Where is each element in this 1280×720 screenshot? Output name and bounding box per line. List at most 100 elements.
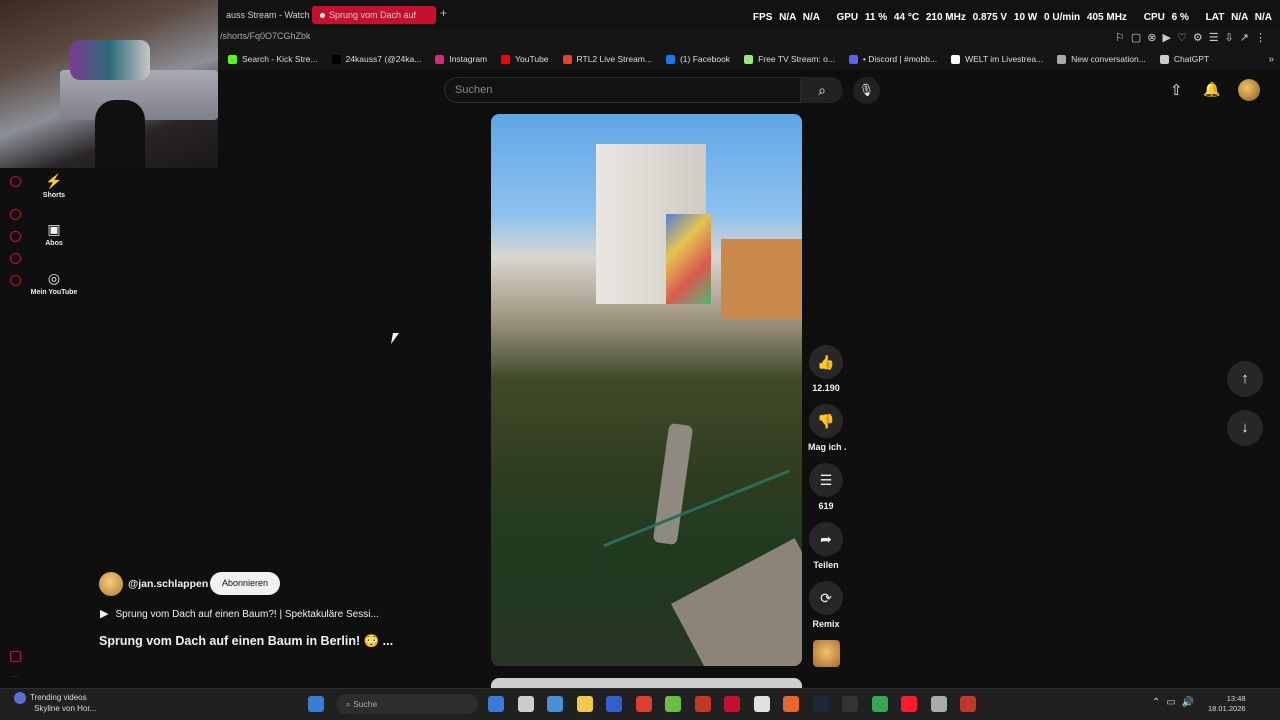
shorts-icon: ⚡	[45, 173, 63, 189]
channel-handle[interactable]: @jan.schlappen	[128, 578, 208, 590]
recording-dot-icon	[320, 13, 325, 18]
bookmark-instagram[interactable]: Instagram	[435, 54, 487, 64]
microphone-icon: 🎙	[858, 83, 875, 97]
bookmarks-overflow-button[interactable]: »	[1268, 54, 1274, 65]
browser-toolbar-icons[interactable]: ⚐▢⊗▶♡⚙☰⇩↗⋮	[1115, 31, 1272, 44]
clock-date: 18.01.2026	[1208, 704, 1246, 713]
bookmark-label: 24kauss7 (@24ka...	[345, 54, 422, 64]
bookmark-youtube[interactable]: YouTube	[501, 54, 549, 64]
arrow-up-icon: ↑	[1241, 370, 1249, 387]
comment-icon: ☰	[809, 463, 843, 497]
channel-thumbnail[interactable]	[813, 640, 840, 667]
more-icon[interactable]: ···	[10, 672, 21, 684]
video-title[interactable]: Sprung vom Dach auf einen Baum in Berlin…	[99, 634, 393, 649]
windows-start-icon[interactable]	[308, 696, 324, 712]
voice-search-button[interactable]: 🎙	[853, 77, 880, 104]
short-video-player[interactable]	[491, 114, 802, 666]
taskbar-app-icon[interactable]	[517, 696, 534, 712]
taskbar-app-icon[interactable]	[635, 696, 652, 712]
url-text[interactable]: /shorts/Fq0O7CGhZbk	[220, 31, 311, 41]
bookmark-tiktok[interactable]: 24kauss7 (@24ka...	[331, 54, 422, 64]
taskbar-widget[interactable]: Trending videos Skyline von Hor...	[14, 692, 96, 714]
lat-value: N/A	[1231, 12, 1248, 23]
taskbar-app-icon[interactable]	[930, 696, 947, 712]
taskbar-app-icon[interactable]	[960, 696, 976, 712]
taskbar-app-icon[interactable]	[606, 696, 622, 712]
upload-button[interactable]: ⇧	[1170, 81, 1183, 99]
taskbar-app-icon[interactable]	[576, 696, 593, 712]
subscriptions-icon: ▣	[47, 221, 61, 237]
nav-my-youtube[interactable]: ◎ Mein YouTube	[30, 270, 78, 296]
dislike-button[interactable]: 👎 Mag ich .	[808, 404, 847, 452]
taskbar-clock[interactable]: 13:48 18.01.2026	[1208, 694, 1246, 714]
tab-youtube-shorts[interactable]: Sprung vom Dach auf	[312, 6, 436, 24]
bookmark-label: • Discord | #mobb...	[862, 54, 938, 64]
system-tray-icons[interactable]: ⌃▭🔊	[1152, 697, 1200, 708]
remix-label: Remix	[812, 619, 840, 629]
taskbar-app-icon[interactable]	[812, 696, 829, 712]
search-button[interactable]: ⌕	[801, 77, 843, 103]
playlist-label: Sprung vom Dach auf einen Baum?! | Spekt…	[115, 609, 379, 620]
welt-icon	[951, 54, 961, 64]
taskbar-app-icon[interactable]	[753, 696, 770, 712]
player-icon[interactable]	[10, 209, 21, 220]
extensions-icon[interactable]	[10, 253, 21, 264]
previous-short-button[interactable]: ↑	[1227, 361, 1263, 397]
discord-icon	[848, 54, 858, 64]
taskbar-app-icon[interactable]	[665, 696, 681, 712]
bookmark-welt[interactable]: WELT im Livestrea...	[951, 54, 1043, 64]
taskbar-search-input[interactable]: ⌕ Suche	[336, 694, 478, 714]
taskbar-app-icon[interactable]	[724, 696, 740, 712]
gpu-load: 11 %	[864, 12, 888, 23]
taskbar-app-icon[interactable]	[488, 696, 504, 712]
taskbar-app-icon[interactable]	[694, 696, 711, 712]
bookmark-chatgpt[interactable]: ChatGPT	[1159, 54, 1209, 64]
taskbar-app-icon[interactable]	[901, 696, 917, 712]
nav-label: Abos	[45, 240, 63, 247]
bookmark-discord[interactable]: • Discord | #mobb...	[848, 54, 938, 64]
bookmark-label: RTL2 Live Stream...	[576, 54, 652, 64]
bookmark-label: Free TV Stream: o...	[758, 54, 835, 64]
opera-sidebar: ···	[0, 168, 30, 688]
taskbar-app-icon[interactable]	[871, 696, 888, 712]
gpu-temp: 44 °C	[893, 12, 920, 23]
chat-icon	[1057, 54, 1067, 64]
bookmark-rtl2[interactable]: RTL2 Live Stream...	[562, 54, 652, 64]
bookmark-free-tv[interactable]: Free TV Stream: o...	[744, 54, 835, 64]
notifications-button[interactable]: 🔔	[1203, 81, 1220, 98]
tab-kick-stream[interactable]: auss Stream - Watch l	[218, 6, 310, 24]
bookmark-kick[interactable]: Search - Kick Stre...	[228, 54, 318, 64]
gx-icon[interactable]	[10, 651, 21, 662]
channel-avatar[interactable]	[99, 572, 123, 596]
new-tab-button[interactable]: +	[440, 6, 447, 20]
bookmark-facebook[interactable]: (1) Facebook	[665, 54, 730, 64]
playlist-link[interactable]: ▶ Sprung vom Dach auf einen Baum?! | Spek…	[100, 607, 379, 620]
tab-label: Sprung vom Dach auf	[329, 10, 417, 20]
gpu-power: 10 W	[1013, 12, 1038, 23]
thumbs-up-icon: 👍	[809, 345, 843, 379]
taskbar-app-icon[interactable]	[842, 696, 858, 712]
tiktok-icon	[331, 54, 341, 64]
instagram-icon	[435, 54, 445, 64]
avatar[interactable]	[1238, 79, 1260, 101]
search-input[interactable]: Suchen	[444, 77, 801, 103]
subscribe-button[interactable]: Abonnieren	[210, 572, 280, 595]
taskbar-app-icon[interactable]	[547, 696, 563, 712]
like-button[interactable]: 👍 12.190	[808, 345, 844, 393]
comments-button[interactable]: ☰ 619	[808, 463, 844, 511]
fps-label: FPS	[752, 12, 773, 23]
cpu-label: CPU	[1143, 12, 1165, 23]
taskbar-app-icon[interactable]	[783, 696, 799, 712]
bookmark-new-conversation[interactable]: New conversation...	[1057, 54, 1146, 64]
next-short-button[interactable]: ↓	[1227, 410, 1263, 446]
nav-shorts[interactable]: ⚡ Shorts	[30, 173, 78, 199]
share-button[interactable]: ➦ Teilen	[808, 522, 844, 570]
nav-subscriptions[interactable]: ▣ Abos	[30, 221, 78, 247]
facebook-icon	[665, 54, 675, 64]
webcam-person	[95, 100, 145, 168]
settings-icon[interactable]	[10, 275, 21, 286]
mouse-cursor-icon	[391, 333, 399, 344]
history-icon[interactable]	[10, 231, 21, 242]
twitch-icon[interactable]	[10, 176, 21, 187]
remix-button[interactable]: ⟳ Remix	[808, 581, 844, 629]
